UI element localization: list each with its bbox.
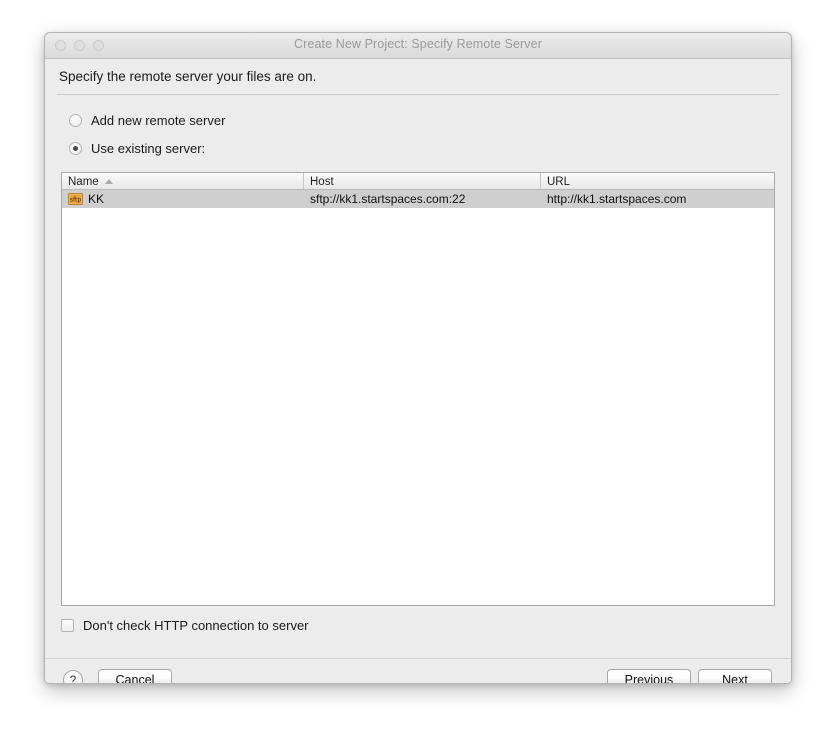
next-button[interactable]: Next <box>698 669 772 683</box>
window-titlebar[interactable]: Create New Project: Specify Remote Serve… <box>45 33 791 59</box>
previous-button[interactable]: Previous <box>607 669 691 683</box>
radio-use-existing-server[interactable]: Use existing server: <box>69 141 205 156</box>
window-title: Create New Project: Specify Remote Serve… <box>294 37 542 51</box>
sort-ascending-icon <box>104 179 113 184</box>
cell-host: sftp://kk1.startspaces.com:22 <box>310 192 466 206</box>
create-new-project-dialog: Create New Project: Specify Remote Serve… <box>44 32 792 684</box>
cell-name: sftp KK <box>62 192 304 206</box>
checkbox-unchecked-icon[interactable] <box>61 619 74 632</box>
column-header-name-label: Name <box>68 175 99 188</box>
table-row[interactable]: sftp KK sftp://kk1.startspaces.com:22 ht… <box>62 190 774 208</box>
sftp-icon: sftp <box>68 193 83 205</box>
header-divider <box>57 94 779 95</box>
column-header-url-label: URL <box>547 175 571 188</box>
column-header-host-label: Host <box>310 175 334 188</box>
svg-text:sftp: sftp <box>70 196 81 203</box>
radio-use-existing-label: Use existing server: <box>91 141 206 156</box>
server-list-table[interactable]: Name Host URL sftp KK sftp://kk1.startsp… <box>61 172 775 606</box>
help-button[interactable]: ? <box>63 670 83 683</box>
cell-url: http://kk1.startspaces.com <box>547 192 687 206</box>
radio-add-new-remote-server[interactable]: Add new remote server <box>69 113 225 128</box>
radio-button-selected-icon[interactable] <box>69 142 82 155</box>
screen-root: Create New Project: Specify Remote Serve… <box>0 0 833 731</box>
column-header-url[interactable]: URL <box>541 173 774 189</box>
radio-button-unselected-icon[interactable] <box>69 114 82 127</box>
column-header-name[interactable]: Name <box>62 173 304 189</box>
dialog-body: Add new remote server Use existing serve… <box>45 96 791 658</box>
cell-name-text: KK <box>88 192 105 206</box>
checkbox-label: Don't check HTTP connection to server <box>83 618 309 633</box>
radio-add-new-label: Add new remote server <box>91 113 226 128</box>
cancel-button[interactable]: Cancel <box>98 669 172 683</box>
prompt-text: Specify the remote server your files are… <box>59 69 317 84</box>
checkbox-dont-check-http[interactable]: Don't check HTTP connection to server <box>61 618 309 633</box>
dialog-footer: ? Cancel Previous Next <box>45 658 791 683</box>
table-header-row: Name Host URL <box>62 173 774 190</box>
column-header-host[interactable]: Host <box>304 173 541 189</box>
dialog-header: Specify the remote server your files are… <box>45 59 791 96</box>
